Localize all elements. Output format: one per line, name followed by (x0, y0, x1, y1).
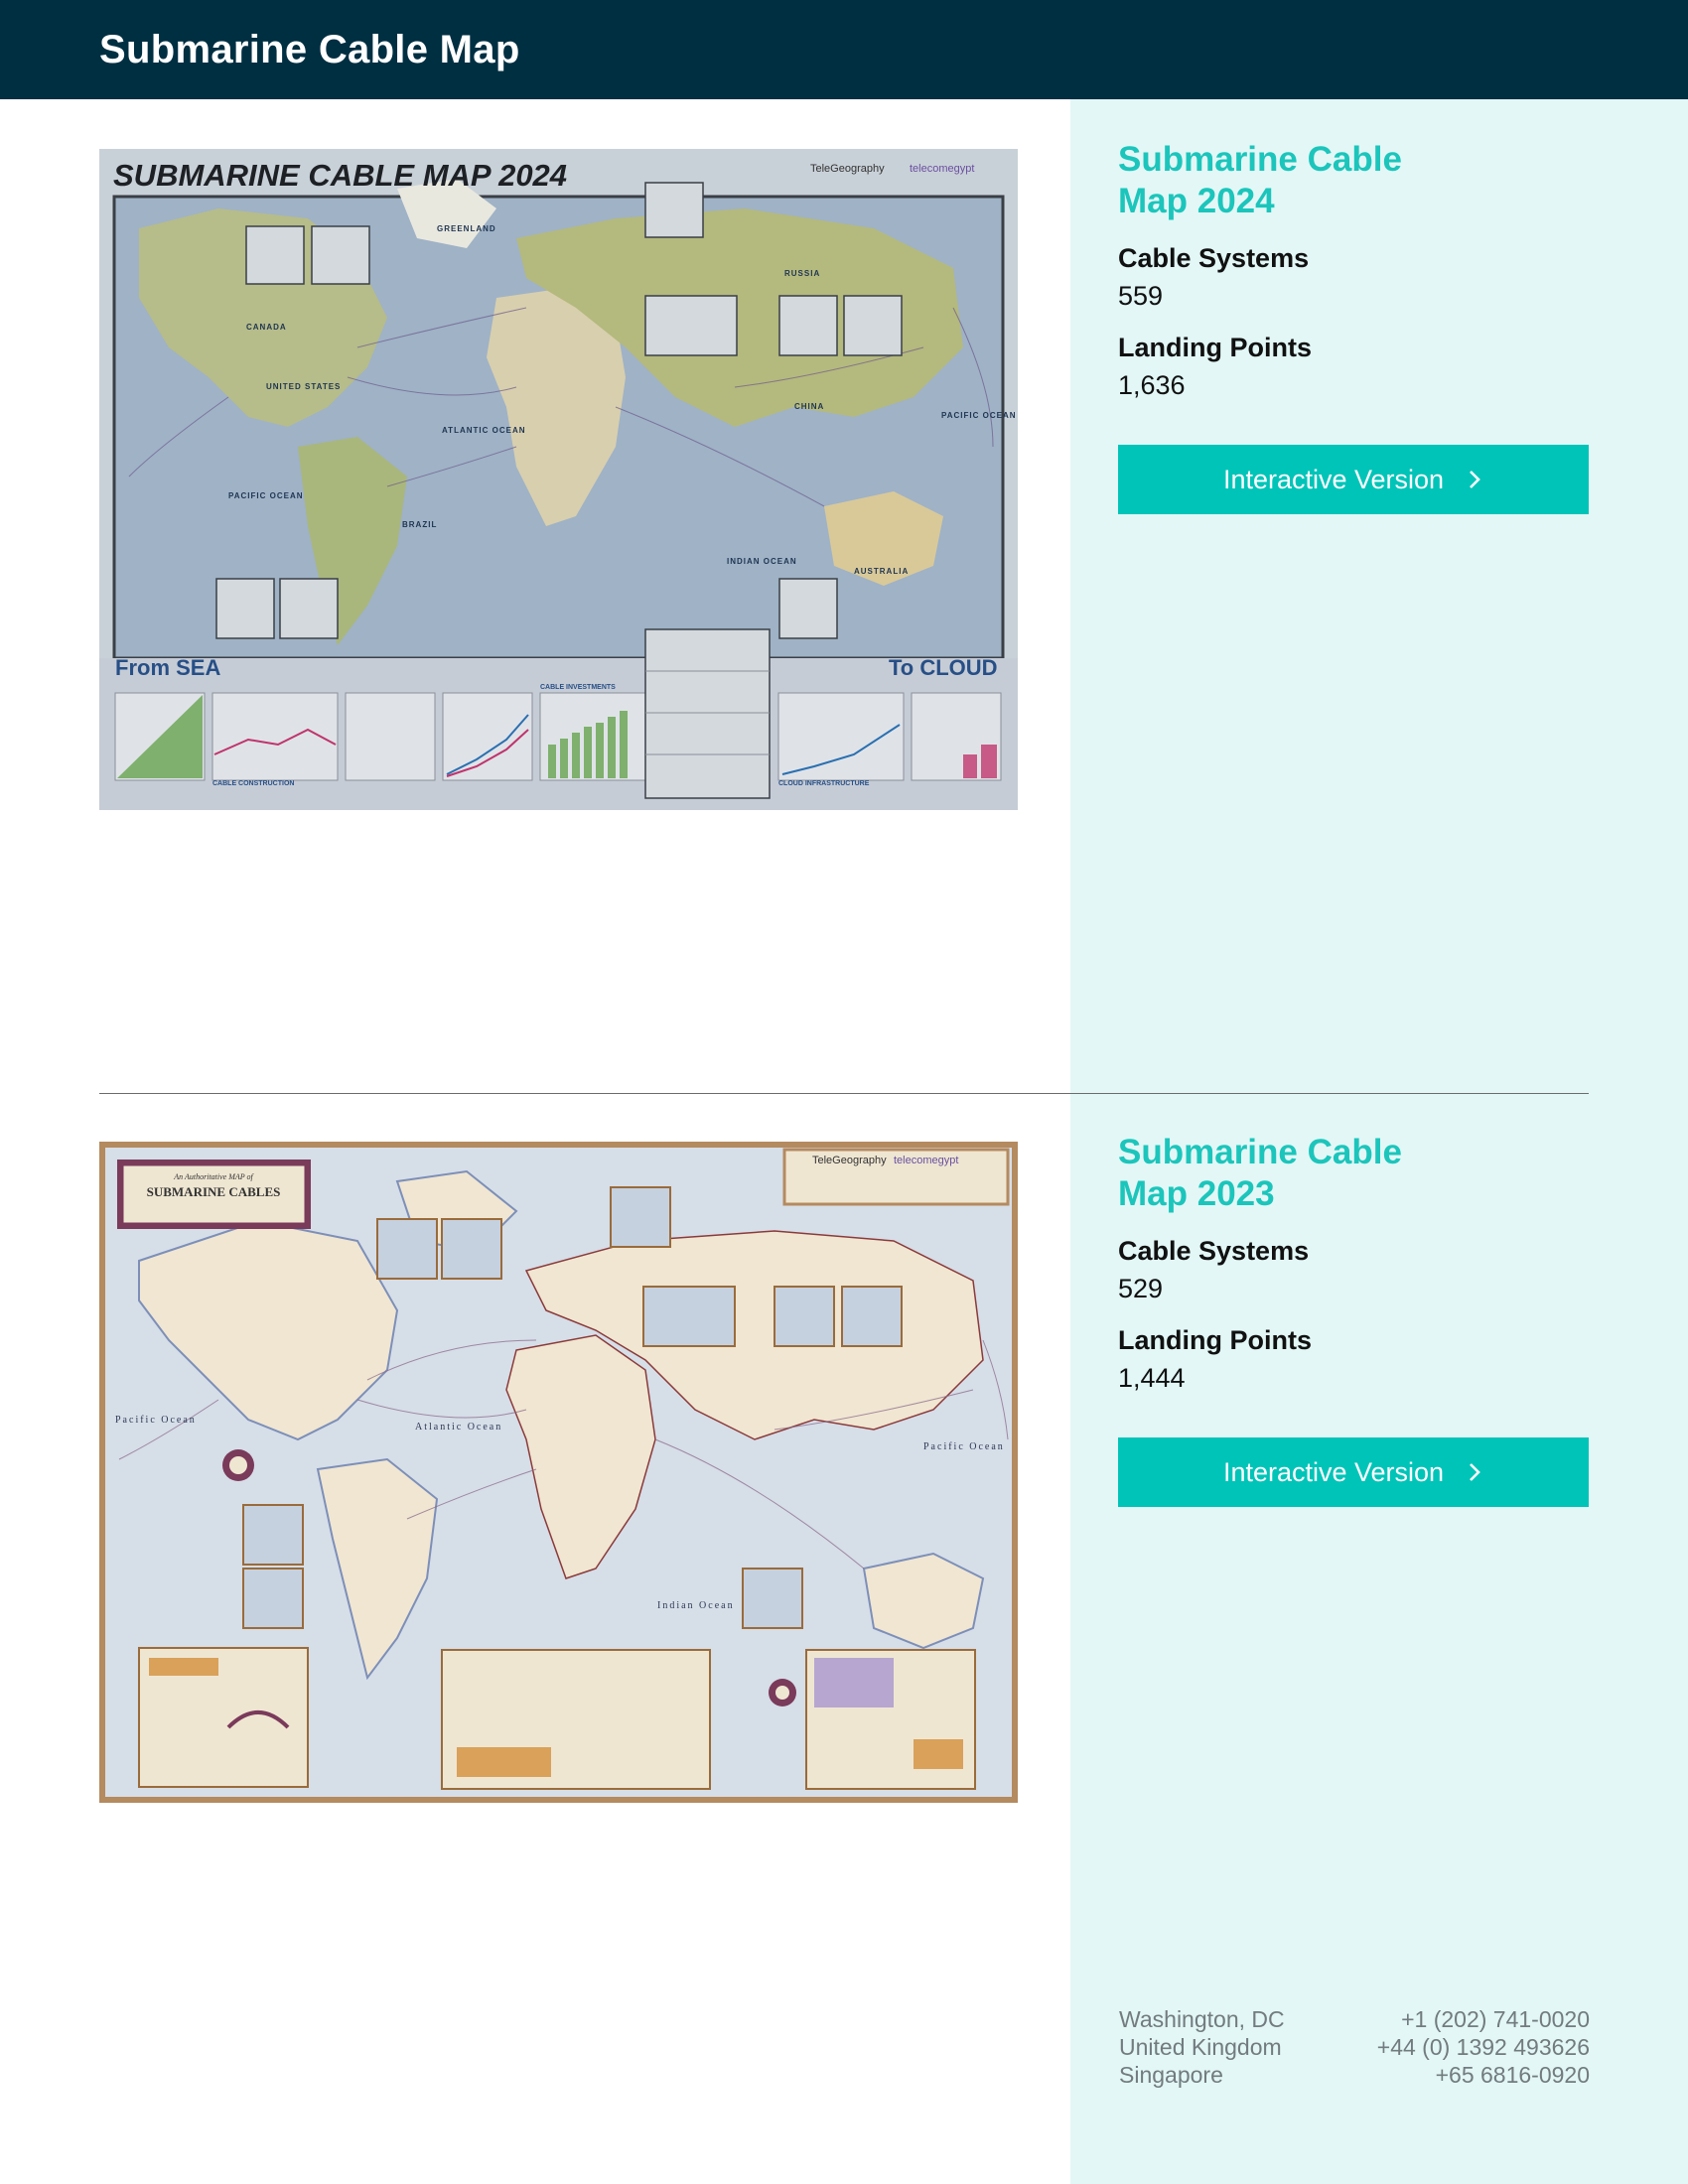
site-header: Submarine Cable Map (0, 0, 1688, 99)
office-city: Singapore (1119, 2062, 1223, 2088)
map-image-2024[interactable]: SUBMARINE CABLE MAP 2024 TeleGeography t… (99, 149, 1018, 810)
office-row: Singapore +65 6816-0920 (1119, 2061, 1590, 2089)
svg-text:telecomegypt: telecomegypt (894, 1155, 958, 1166)
interactive-version-button[interactable]: Interactive Version (1118, 1437, 1589, 1507)
svg-text:RUSSIA: RUSSIA (784, 269, 820, 278)
landing-points-value: 1,636 (1118, 370, 1186, 400)
map-2024-graphic: SUBMARINE CABLE MAP 2024 TeleGeography t… (99, 149, 1018, 810)
svg-text:An Authoritative MAP of: An Authoritative MAP of (173, 1172, 254, 1181)
office-phone[interactable]: +44 (0) 1392 493626 (1377, 2033, 1590, 2061)
svg-text:From SEA: From SEA (115, 655, 220, 680)
office-city: United Kingdom (1119, 2034, 1282, 2060)
svg-text:AUSTRALIA: AUSTRALIA (854, 567, 909, 576)
svg-text:Indian Ocean: Indian Ocean (657, 1600, 735, 1611)
interactive-version-button[interactable]: Interactive Version (1118, 445, 1589, 514)
svg-text:To CLOUD: To CLOUD (889, 655, 998, 680)
svg-text:PACIFIC OCEAN: PACIFIC OCEAN (941, 411, 1017, 420)
cable-systems-value: 529 (1118, 1274, 1164, 1303)
section-divider (99, 1093, 1589, 1094)
svg-text:SUBMARINE CABLES: SUBMARINE CABLES (147, 1184, 281, 1199)
office-phone[interactable]: +1 (202) 741-0020 (1401, 2005, 1590, 2033)
landing-points-label: Landing Points (1118, 1325, 1312, 1355)
svg-text:Pacific Ocean: Pacific Ocean (923, 1441, 1005, 1452)
map-info-2024: Submarine Cable Map 2024 Cable Systems 5… (1118, 139, 1589, 514)
svg-text:Atlantic Ocean: Atlantic Ocean (415, 1422, 502, 1433)
map-2023-graphic: An Authoritative MAP of SUBMARINE CABLES… (99, 1142, 1018, 1803)
map-image-2023[interactable]: An Authoritative MAP of SUBMARINE CABLES… (99, 1142, 1018, 1803)
svg-text:CANADA: CANADA (246, 323, 287, 332)
chevron-right-icon (1470, 471, 1480, 488)
svg-text:TeleGeography: TeleGeography (812, 1155, 887, 1166)
svg-text:CHINA: CHINA (794, 402, 824, 411)
button-label: Interactive Version (1222, 464, 1445, 494)
svg-text:CLOUD INFRASTRUCTURE: CLOUD INFRASTRUCTURE (778, 780, 870, 787)
contact-footer: Washington, DC +1 (202) 741-0020 United … (1119, 2005, 1590, 2089)
svg-text:GREENLAND: GREENLAND (437, 224, 496, 233)
office-phone[interactable]: +65 6816-0920 (1436, 2061, 1590, 2089)
office-city: Washington, DC (1119, 2006, 1285, 2032)
map-title[interactable]: Submarine Cable Map 2023 (1118, 1132, 1476, 1215)
svg-text:ATLANTIC OCEAN: ATLANTIC OCEAN (442, 426, 526, 435)
svg-text:CABLE INVESTMENTS: CABLE INVESTMENTS (540, 684, 616, 691)
svg-text:telecomegypt: telecomegypt (910, 163, 974, 175)
landing-points-value: 1,444 (1118, 1363, 1186, 1393)
office-row: Washington, DC +1 (202) 741-0020 (1119, 2005, 1590, 2033)
map-title[interactable]: Submarine Cable Map 2024 (1118, 139, 1476, 222)
office-row: United Kingdom +44 (0) 1392 493626 (1119, 2033, 1590, 2061)
svg-text:PACIFIC OCEAN: PACIFIC OCEAN (228, 491, 304, 500)
chevron-right-icon (1470, 1463, 1480, 1481)
svg-text:INDIAN OCEAN: INDIAN OCEAN (727, 557, 797, 566)
landing-points-label: Landing Points (1118, 333, 1312, 362)
svg-text:SUBMARINE CABLE MAP 2024: SUBMARINE CABLE MAP 2024 (113, 158, 567, 193)
map-info-2023: Submarine Cable Map 2023 Cable Systems 5… (1118, 1132, 1589, 1507)
svg-text:CABLE CONSTRUCTION: CABLE CONSTRUCTION (212, 780, 294, 787)
cable-systems-value: 559 (1118, 281, 1164, 311)
svg-text:UNITED STATES: UNITED STATES (266, 382, 341, 391)
button-label: Interactive Version (1222, 1456, 1445, 1487)
site-title[interactable]: Submarine Cable Map (99, 0, 520, 99)
svg-text:Pacific Ocean: Pacific Ocean (115, 1415, 197, 1426)
svg-text:TeleGeography: TeleGeography (810, 163, 885, 175)
cable-systems-label: Cable Systems (1118, 1236, 1310, 1266)
cable-systems-label: Cable Systems (1118, 243, 1310, 273)
svg-text:BRAZIL: BRAZIL (402, 520, 437, 529)
